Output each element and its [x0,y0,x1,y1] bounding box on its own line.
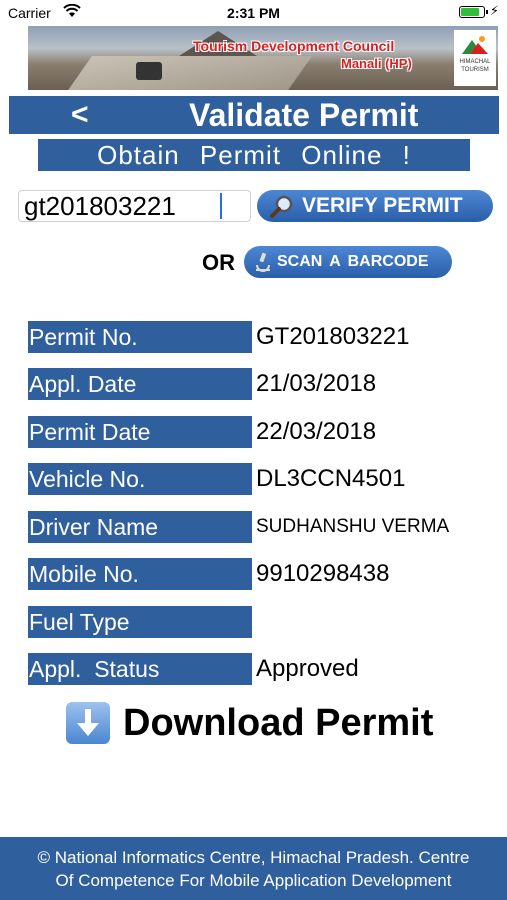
screen: Carrier 2:31 PM ⚡ Tourism Development Co… [0,0,507,900]
detail-row-mobile-no: Mobile No. 9910298438 [28,558,498,590]
banner-road-graphic [63,56,313,90]
himachal-tourism-logo: HIMACHAL TOURISM [454,30,496,86]
detail-row-appl-status: Appl. Status Approved [28,653,498,685]
scan-barcode-button[interactable]: SCAN A BARCODE [244,246,452,278]
appl-status-label: Appl. Status [28,653,252,685]
appl-status-value: Approved [256,655,359,682]
download-arrow-icon [66,702,110,744]
detail-row-driver-name: Driver Name SUDHANSHU VERMA [28,511,498,543]
magnifier-icon [270,195,293,218]
mobile-no-value: 9910298438 [256,560,390,587]
battery-icon [459,6,488,18]
vehicle-no-label: Vehicle No. [28,463,252,495]
driver-name-value: SUDHANSHU VERMA [256,516,450,537]
verify-permit-label: VERIFY PERMIT [302,194,463,217]
verify-permit-button[interactable]: VERIFY PERMIT [257,190,493,222]
microscope-icon [256,252,270,272]
footer-line2: Of Competence For Mobile Application Dev… [55,871,452,890]
detail-row-permit-no: Permit No. GT201803221 [28,321,498,353]
clock-time: 2:31 PM [227,5,280,21]
driver-name-label: Driver Name [28,511,252,543]
obtain-permit-online-link[interactable]: Obtain Permit Online ! [38,139,470,171]
appl-date-value: 21/03/2018 [256,370,377,397]
download-permit-label: Download Permit [123,702,434,744]
scan-barcode-label: SCAN A BARCODE [277,253,429,270]
permit-number-input[interactable] [18,190,251,222]
detail-row-fuel-type: Fuel Type [28,606,498,638]
detail-row-permit-date: Permit Date 22/03/2018 [28,416,498,448]
or-separator: OR [202,250,235,275]
back-button[interactable]: < [71,96,89,134]
tourism-banner: Tourism Development Council Manali (HP) … [28,26,498,90]
charging-icon: ⚡ [489,3,499,18]
permit-no-value: GT201803221 [256,323,410,350]
tourism-logo-icon [462,36,488,54]
detail-row-vehicle-no: Vehicle No. DL3CCN4501 [28,463,498,495]
banner-title-line2: Manali (HP) [341,56,412,71]
permit-date-value: 22/03/2018 [256,418,377,445]
appl-date-label: Appl. Date [28,368,252,400]
permit-no-label: Permit No. [28,321,252,353]
banner-vehicle-graphic [136,62,162,80]
permit-date-label: Permit Date [28,416,252,448]
mobile-no-label: Mobile No. [28,558,252,590]
footer-line1: © National Informatics Centre, Himachal … [37,848,470,867]
banner-title-line1: Tourism Development Council [193,38,395,54]
page-title: Validate Permit [189,97,419,133]
text-cursor [220,193,222,219]
footer: © National Informatics Centre, Himachal … [0,837,507,900]
status-bar: Carrier 2:31 PM ⚡ [0,0,507,26]
fuel-type-label: Fuel Type [28,606,252,638]
detail-row-appl-date: Appl. Date 21/03/2018 [28,368,498,400]
logo-caption: HIMACHAL TOURISM [459,59,491,73]
title-bar: < Validate Permit [9,96,499,134]
vehicle-no-value: DL3CCN4501 [256,465,406,492]
battery-level-fill [461,8,479,16]
